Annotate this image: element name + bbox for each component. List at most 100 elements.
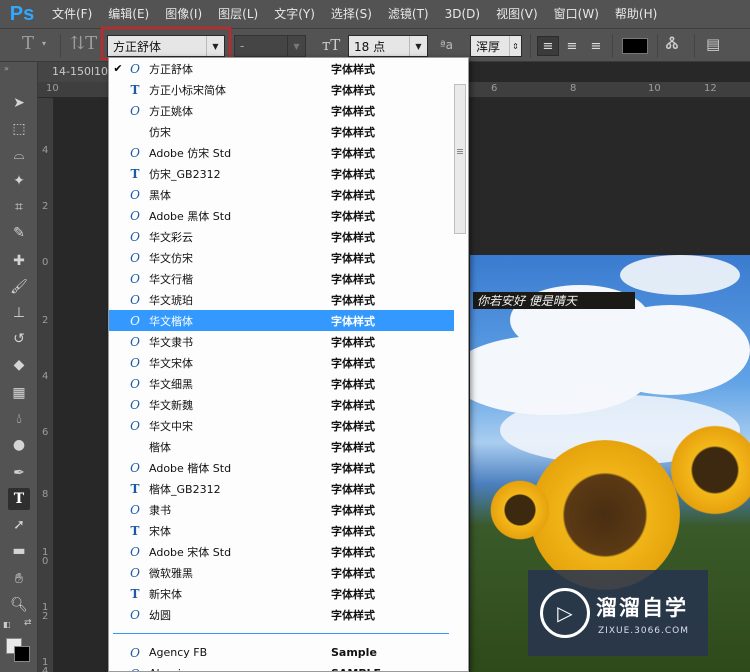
font-sample: 字体样式	[331, 524, 375, 538]
antialias-icon: ªa	[440, 38, 454, 52]
font-list-item[interactable]: O 华文彩云 字体样式	[109, 226, 454, 247]
background-color-swatch[interactable]	[14, 646, 30, 662]
magic-wand-icon[interactable]: ✦	[8, 170, 30, 192]
opentype-font-icon: O	[130, 565, 140, 580]
font-list-item[interactable]: O 华文细黑 字体样式	[109, 373, 454, 394]
stepper-arrows-icon[interactable]: ⇕	[509, 36, 521, 56]
font-list-item[interactable]: O 黑体 字体样式	[109, 184, 454, 205]
menu-item[interactable]: 图层(L)	[210, 0, 266, 28]
eraser-tool-icon[interactable]: ◆	[8, 354, 30, 376]
truetype-font-icon: T	[130, 166, 140, 181]
font-list-item[interactable]: O 隶书 字体样式	[109, 499, 454, 520]
text-layer[interactable]: 你若安好 便是晴天	[473, 292, 635, 309]
chevron-down-icon[interactable]: ▼	[409, 36, 427, 56]
default-colors-icon[interactable]: ◧	[3, 620, 11, 629]
align-left-button[interactable]: ≡	[537, 36, 559, 56]
ruler-label: 6	[42, 427, 49, 438]
font-list-item[interactable]: O 华文中宋 字体样式	[109, 415, 454, 436]
font-family-highlight-box	[101, 27, 231, 60]
menu-item[interactable]: 窗口(W)	[546, 0, 607, 28]
menu-item[interactable]: 帮助(H)	[607, 0, 665, 28]
font-name: 新宋体	[149, 587, 182, 601]
type-tool-preset-icon[interactable]: T	[22, 33, 34, 54]
list-divider	[113, 633, 449, 634]
font-list-item[interactable]: T 方正小标宋简体 字体样式	[109, 79, 454, 100]
warp-text-icon[interactable]: Ꮬ	[666, 34, 679, 54]
menu-item[interactable]: 滤镜(T)	[380, 0, 437, 28]
font-list-item[interactable]: 楷体 字体样式	[109, 436, 454, 457]
hand-tool-icon[interactable]: ✋︎	[8, 568, 30, 590]
scrollbar[interactable]	[454, 84, 466, 234]
font-list-item[interactable]: O Agency FB Sample	[109, 642, 454, 663]
pen-tool-icon[interactable]: ✒	[8, 462, 30, 484]
collapse-arrows-icon[interactable]: »	[4, 64, 9, 73]
font-list-item[interactable]: O 幼圆 字体样式	[109, 604, 454, 625]
font-list-item[interactable]: O Algerian SAMPLE	[109, 663, 454, 672]
opentype-font-icon: O	[130, 208, 140, 223]
text-color-swatch[interactable]	[622, 38, 648, 54]
crop-tool-icon[interactable]: ⌗	[8, 196, 30, 218]
menu-item[interactable]: 选择(S)	[323, 0, 380, 28]
menu-item[interactable]: 编辑(E)	[100, 0, 157, 28]
font-list-item[interactable]: O 华文新魏 字体样式	[109, 394, 454, 415]
font-list-item[interactable]: O Adobe 仿宋 Std 字体样式	[109, 142, 454, 163]
menu-item[interactable]: 文字(Y)	[266, 0, 323, 28]
menu-item[interactable]: 图像(I)	[157, 0, 210, 28]
font-list-item[interactable]: O 华文琥珀 字体样式	[109, 289, 454, 310]
zoom-tool-icon[interactable]: 🔍︎	[8, 594, 30, 616]
font-list-item[interactable]: O Adobe 宋体 Std 字体样式	[109, 541, 454, 562]
font-list-item[interactable]: O 华文宋体 字体样式	[109, 352, 454, 373]
font-list-item[interactable]: O 微软雅黑 字体样式	[109, 562, 454, 583]
font-list-item[interactable]: O Adobe 黑体 Std 字体样式	[109, 205, 454, 226]
align-right-button[interactable]: ≡	[585, 36, 607, 56]
font-sample: 字体样式	[331, 146, 375, 160]
eyedropper-icon[interactable]: ✎	[8, 222, 30, 244]
lasso-tool-icon[interactable]: ⌓	[8, 144, 30, 166]
font-size-select[interactable]: 18 点 ▼	[348, 35, 428, 57]
font-list-item[interactable]: 仿宋 字体样式	[109, 121, 454, 142]
blur-tool-icon[interactable]: 💧︎	[8, 408, 30, 430]
menu-item[interactable]: 3D(D)	[437, 0, 488, 28]
antialias-select[interactable]: 浑厚 ⇕	[470, 35, 522, 57]
antialias-value: 浑厚	[476, 39, 501, 54]
healing-brush-icon[interactable]: ✚	[8, 250, 30, 272]
rectangle-tool-icon[interactable]: ▬	[8, 540, 30, 562]
dodge-tool-icon[interactable]: ●	[8, 434, 30, 456]
menu-item[interactable]: 视图(V)	[488, 0, 546, 28]
menu-item[interactable]: 文件(F)	[44, 0, 100, 28]
font-list-item[interactable]: T 宋体 字体样式	[109, 520, 454, 541]
brush-tool-icon[interactable]: 🖌︎	[8, 276, 30, 298]
swap-colors-icon[interactable]: ⇄	[24, 618, 32, 628]
clone-stamp-icon[interactable]: ⊥	[8, 302, 30, 324]
font-list-item[interactable]: O 华文楷体 字体样式	[109, 310, 454, 331]
character-panel-icon[interactable]: ▤	[706, 35, 720, 53]
font-sample: 字体样式	[331, 356, 375, 370]
truetype-font-icon: T	[130, 82, 140, 97]
align-center-button[interactable]: ≡	[561, 36, 583, 56]
font-family-dropdown-list[interactable]: ✔ O 方正舒体 字体样式 T 方正小标宋简体 字体样式 O 方正姚体 字体样式 仿宋 字体样式 O Ad…	[108, 57, 469, 672]
font-list-item[interactable]: O 华文隶书 字体样式	[109, 331, 454, 352]
chevron-down-icon[interactable]: ▼	[287, 36, 305, 56]
font-list-item[interactable]: O 方正姚体 字体样式	[109, 100, 454, 121]
marquee-tool-icon[interactable]: ⬚	[8, 118, 30, 140]
font-list-item[interactable]: O 华文行楷 字体样式	[109, 268, 454, 289]
font-list-item[interactable]: T 仿宋_GB2312 字体样式	[109, 163, 454, 184]
font-list-item[interactable]: T 新宋体 字体样式	[109, 583, 454, 604]
font-list-item[interactable]: O 华文仿宋 字体样式	[109, 247, 454, 268]
font-style-select[interactable]: - ▼	[234, 35, 306, 57]
font-sample: 字体样式	[331, 398, 375, 412]
gradient-tool-icon[interactable]: ▦	[8, 382, 30, 404]
font-list-item[interactable]: T 楷体_GB2312 字体样式	[109, 478, 454, 499]
document-tab[interactable]: 14-150l10	[38, 62, 108, 82]
path-selection-icon[interactable]: ➚	[8, 514, 30, 536]
preset-dropdown-arrow-icon[interactable]: ▾	[42, 39, 46, 48]
text-orientation-icon[interactable]: ⇅T	[70, 33, 97, 54]
font-sample: 字体样式	[331, 482, 375, 496]
font-list-item[interactable]: O Adobe 楷体 Std 字体样式	[109, 457, 454, 478]
watermark-title: 溜溜自学	[596, 596, 688, 620]
opentype-font-icon: O	[130, 229, 140, 244]
history-brush-icon[interactable]: ↺	[8, 328, 30, 350]
font-list-item[interactable]: ✔ O 方正舒体 字体样式	[109, 58, 454, 79]
move-tool-icon[interactable]: ➤	[8, 92, 30, 114]
type-tool-icon[interactable]: T	[8, 488, 30, 510]
